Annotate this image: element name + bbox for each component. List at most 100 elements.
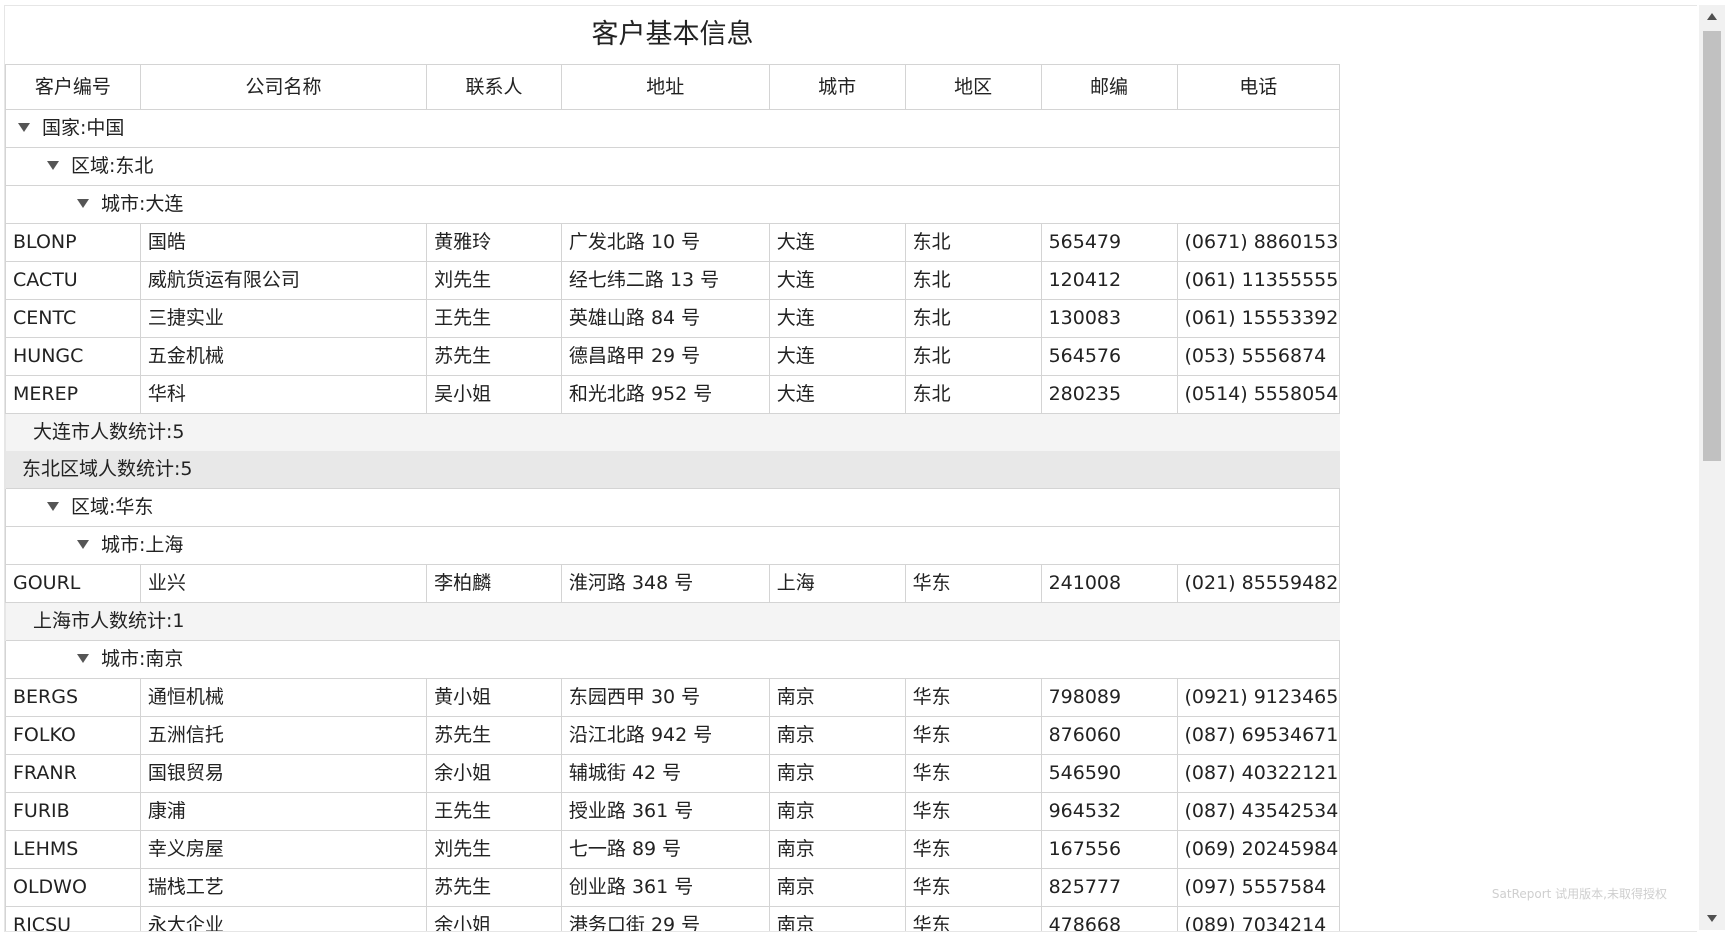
table-row[interactable]: CACTU 威航货运有限公司 刘先生 经七纬二路 13 号大连 东北 120412 (061…: [5, 261, 1340, 300]
table-cell: 478668: [1040, 906, 1178, 931]
table-cell: (087) 40322121: [1176, 754, 1340, 793]
table-cell: 南京: [768, 830, 906, 869]
table-cell: (087) 43542534: [1176, 792, 1340, 831]
table-cell: MEREP: [5, 375, 141, 414]
table-row[interactable]: FURIB 康浦 王先生 授业路 361 号南京 华东 964532 (087) 43542…: [5, 792, 1340, 831]
table-cell: FRANR: [5, 754, 141, 793]
column-header[interactable]: 客户编号: [5, 64, 141, 110]
table-row[interactable]: BLONP 国皓 黄雅玲 广发北路 10 号大连 东北 565479 (0671) 8860…: [5, 223, 1340, 262]
table-cell: 华东: [904, 716, 1042, 755]
table-cell: 授业路 361 号: [560, 792, 770, 831]
table-cell: 王先生: [426, 299, 562, 338]
group-row-region[interactable]: 区域:华东: [5, 488, 1340, 527]
group-row-region[interactable]: 区域:东北: [5, 147, 1340, 186]
caret-down-icon[interactable]: [77, 198, 89, 208]
table-cell: (069) 20245984: [1176, 830, 1340, 869]
table-cell: 南京: [768, 678, 906, 717]
caret-down-icon[interactable]: [77, 653, 89, 663]
group-row-city[interactable]: 城市:大连: [5, 185, 1340, 224]
table-cell: 苏先生: [426, 716, 562, 755]
customer-table: 客户编号 公司名称 联系人 地址 城市 地区 邮编 电话 国家:中国区域:东北城…: [5, 64, 1340, 931]
table-cell: BERGS: [5, 678, 141, 717]
table-cell: 威航货运有限公司: [139, 261, 428, 300]
table-cell: (053) 5556874: [1176, 337, 1340, 376]
table-row[interactable]: GOURL 业兴 李柏麟 淮河路 348 号上海 华东 241008 (021) 85559…: [5, 564, 1340, 603]
column-header[interactable]: 公司名称: [139, 64, 428, 110]
table-cell: 刘先生: [426, 261, 562, 300]
table-row[interactable]: CENTC 三捷实业 王先生 英雄山路 84 号大连 东北 130083 (061) 155…: [5, 299, 1340, 338]
group-row-city[interactable]: 城市:南京: [5, 640, 1340, 679]
table-cell: 英雄山路 84 号: [560, 299, 770, 338]
table-cell: 华东: [904, 754, 1042, 793]
report-viewport[interactable]: 客户基本信息 客户编号 公司名称 联系人 地址 城市 地区 邮编 电话 国家:中…: [4, 5, 1697, 932]
group-row-country[interactable]: 国家:中国: [5, 109, 1340, 148]
group-label: 区域:东北: [71, 155, 154, 177]
table-cell: 大连: [768, 223, 906, 262]
caret-down-icon[interactable]: [47, 160, 59, 170]
table-cell: 七一路 89 号: [560, 830, 770, 869]
scrollbar-thumb[interactable]: [1703, 31, 1721, 461]
table-cell: 280235: [1040, 375, 1178, 414]
table-row[interactable]: MEREP 华科 吴小姐 和光北路 952 号大连 东北 280235 (0514) 555…: [5, 375, 1340, 414]
table-cell: (061) 11355555: [1176, 261, 1340, 300]
table-cell: 五洲信托: [139, 716, 428, 755]
table-cell: 淮河路 348 号: [560, 564, 770, 603]
caret-down-icon[interactable]: [77, 539, 89, 549]
table-cell: 东北: [904, 337, 1042, 376]
table-cell: FOLKO: [5, 716, 141, 755]
table-cell: 王先生: [426, 792, 562, 831]
table-cell: 大连: [768, 299, 906, 338]
table-cell: 辅城街 42 号: [560, 754, 770, 793]
table-cell: 东北: [904, 223, 1042, 262]
group-label: 城市:南京: [101, 648, 184, 670]
table-cell: LEHMS: [5, 830, 141, 869]
table-cell: 国银贸易: [139, 754, 428, 793]
table-cell: 永大企业: [139, 906, 428, 931]
table-cell: 瑞栈工艺: [139, 868, 428, 907]
column-header[interactable]: 城市: [768, 64, 906, 110]
table-cell: (097) 5557584: [1176, 868, 1340, 907]
table-row[interactable]: LEHMS 幸义房屋 刘先生 七一路 89 号南京 华东 167556 (069) 2024…: [5, 830, 1340, 869]
arrow-down-icon[interactable]: [1707, 915, 1717, 922]
group-label: 国家:中国: [42, 117, 125, 139]
table-cell: 华科: [139, 375, 428, 414]
table-cell: 大连: [768, 261, 906, 300]
column-header[interactable]: 地址: [560, 64, 770, 110]
table-cell: 刘先生: [426, 830, 562, 869]
table-cell: 华东: [904, 906, 1042, 931]
table-row[interactable]: RICSU 永大企业 余小姐 港务口街 29 号南京 华东 478668 (089) 703…: [5, 906, 1340, 931]
table-row[interactable]: BERGS 通恒机械 黄小姐 东园西甲 30 号南京 华东 798089 (0921) 91…: [5, 678, 1340, 717]
table-cell: 苏先生: [426, 868, 562, 907]
caret-down-icon[interactable]: [47, 501, 59, 511]
city-summary-row: 上海市人数统计:1: [5, 602, 1340, 641]
column-header[interactable]: 电话: [1176, 64, 1340, 110]
table-cell: 565479: [1040, 223, 1178, 262]
arrow-up-icon[interactable]: [1707, 13, 1717, 20]
table-cell: 564576: [1040, 337, 1178, 376]
table-cell: FURIB: [5, 792, 141, 831]
column-header[interactable]: 联系人: [426, 64, 562, 110]
table-row[interactable]: FRANR 国银贸易 余小姐 辅城街 42 号南京 华东 546590 (087) 4032…: [5, 754, 1340, 793]
vertical-scrollbar[interactable]: [1699, 5, 1725, 930]
table-cell: 798089: [1040, 678, 1178, 717]
group-row-city[interactable]: 城市:上海: [5, 526, 1340, 565]
table-cell: 大连: [768, 337, 906, 376]
table-cell: 南京: [768, 792, 906, 831]
table-cell: 通恒机械: [139, 678, 428, 717]
table-row[interactable]: HUNGC 五金机械 苏先生 德昌路甲 29 号大连 东北 564576 (053) 555…: [5, 337, 1340, 376]
column-header[interactable]: 地区: [904, 64, 1042, 110]
table-cell: 余小姐: [426, 906, 562, 931]
table-cell: 沿江北路 942 号: [560, 716, 770, 755]
caret-down-icon[interactable]: [18, 122, 30, 132]
column-header[interactable]: 邮编: [1040, 64, 1178, 110]
table-cell: 南京: [768, 716, 906, 755]
table-row[interactable]: OLDWO 瑞栈工艺 苏先生 创业路 361 号南京 华东 825777 (097) 555…: [5, 868, 1340, 907]
table-cell: 南京: [768, 906, 906, 931]
table-cell: (087) 69534671: [1176, 716, 1340, 755]
table-cell: 东北: [904, 261, 1042, 300]
table-cell: 华东: [904, 868, 1042, 907]
table-row[interactable]: FOLKO 五洲信托 苏先生 沿江北路 942 号南京 华东 876060 (087) 69…: [5, 716, 1340, 755]
table-cell: 130083: [1040, 299, 1178, 338]
table-cell: 东北: [904, 299, 1042, 338]
group-label: 城市:上海: [101, 534, 184, 556]
